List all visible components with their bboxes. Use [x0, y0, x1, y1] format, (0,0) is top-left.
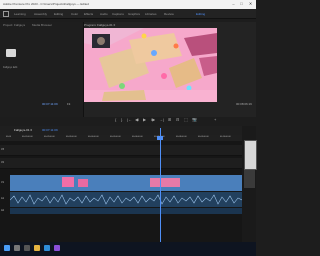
folder-icon[interactable]: [6, 49, 16, 57]
folder-label: Fallguys Edit: [3, 66, 18, 69]
play-button[interactable]: ▶: [143, 117, 146, 122]
clip-thumbnail: [78, 179, 88, 187]
timeline-header: Fallguys-01 ≡ 00:07:11:09: [0, 126, 256, 135]
ruler-tick: 00:02:00:00: [44, 136, 55, 138]
workspace-tab[interactable]: Effects: [84, 12, 93, 16]
ruler-tick: 00:04:00:00: [88, 136, 99, 138]
go-to-out-button[interactable]: →|: [159, 117, 164, 122]
premiere-icon[interactable]: [54, 245, 60, 251]
playhead[interactable]: [160, 128, 161, 242]
workspace-tab[interactable]: Assembly: [34, 12, 47, 16]
workspace-tab[interactable]: Libraries: [145, 12, 157, 16]
overwrite-button[interactable]: ⊟: [176, 117, 179, 122]
task-view-icon[interactable]: [24, 245, 30, 251]
side-preview-panel: [242, 126, 257, 242]
search-icon[interactable]: [14, 245, 20, 251]
track-label: A1: [1, 197, 5, 200]
maximize-button[interactable]: □: [238, 1, 245, 7]
ruler-tick: 00:00: [6, 136, 12, 138]
zoom-select[interactable]: Fit: [67, 102, 70, 106]
program-timecode[interactable]: 00:07:11:09: [42, 102, 58, 106]
video-clip[interactable]: [10, 175, 242, 191]
workspace-tab[interactable]: Learning: [14, 12, 26, 16]
timeline-timecode[interactable]: 00:07:11:09: [42, 128, 58, 132]
workspace-tab[interactable]: Audio: [100, 12, 108, 16]
button-editor-button[interactable]: +: [214, 117, 216, 122]
workspace-tab[interactable]: Captions: [112, 12, 124, 16]
ruler-tick: 00:06:00:00: [132, 136, 143, 138]
clip-thumbnail: [150, 178, 180, 187]
insert-button[interactable]: ⊞: [168, 117, 171, 122]
close-button[interactable]: ✕: [247, 1, 254, 7]
ruler-tick: 00:10:00:00: [220, 136, 231, 138]
audio-clip[interactable]: [9, 192, 243, 207]
video-preview[interactable]: [84, 28, 217, 102]
home-icon[interactable]: [3, 11, 9, 17]
preview-thumbnail: [244, 170, 255, 188]
clip-thumbnail: [62, 177, 74, 187]
ruler-tick: 00:05:00:00: [110, 136, 121, 138]
mark-out-button[interactable]: }: [121, 117, 122, 122]
safe-margins-button[interactable]: ⬚: [184, 117, 188, 122]
ruler-tick: 00:03:00:00: [66, 136, 77, 138]
title-bar: Adobe Premiere Pro 2023 - C:\Users\Proje…: [0, 0, 256, 9]
video-track: V3: [0, 145, 242, 156]
playhead-handle[interactable]: [157, 136, 163, 140]
sequence-tab[interactable]: Fallguys-01 ≡: [14, 128, 32, 132]
video-track: V2: [0, 158, 242, 169]
program-monitor-tab[interactable]: Program: Fallguys-01 ≡: [84, 23, 115, 27]
track-label: A2: [1, 209, 5, 212]
step-back-button[interactable]: ◀I: [135, 117, 139, 122]
windows-icon[interactable]: [4, 245, 10, 251]
ruler-tick: 00:09:00:00: [198, 136, 209, 138]
mark-in-button[interactable]: {: [115, 117, 116, 122]
waveform: [9, 194, 243, 205]
window-title: Adobe Premiere Pro 2023 - C:\Users\Proje…: [3, 2, 89, 6]
track-label: V2: [1, 161, 5, 164]
preview-thumbnail: [244, 140, 257, 170]
workspace-tab[interactable]: Graphics: [128, 12, 140, 16]
media-browser-tab[interactable]: Media Browser: [32, 23, 52, 27]
export-frame-button[interactable]: 📷: [192, 117, 197, 122]
audio-clip[interactable]: [10, 208, 242, 214]
project-tab[interactable]: Project: Fallguys: [3, 23, 25, 27]
duration-timecode: 00:08:06:19: [236, 102, 252, 106]
go-to-in-button[interactable]: |←: [127, 117, 132, 122]
ruler-tick: 00:01:00:00: [22, 136, 33, 138]
game-frame-image: [84, 28, 217, 102]
workspace-tab-active[interactable]: Editing: [196, 12, 205, 16]
minimize-button[interactable]: –: [230, 1, 237, 7]
workspace-tab[interactable]: Color: [71, 12, 78, 16]
workspace-tab[interactable]: Editing: [54, 12, 63, 16]
track-label: V3: [1, 148, 5, 151]
workspace-tab[interactable]: Review: [164, 12, 174, 16]
explorer-icon[interactable]: [34, 245, 40, 251]
track-label: V1: [1, 181, 5, 184]
step-forward-button[interactable]: I▶: [151, 117, 155, 122]
edge-icon[interactable]: [44, 245, 50, 251]
ruler-tick: 00:08:00:00: [176, 136, 187, 138]
